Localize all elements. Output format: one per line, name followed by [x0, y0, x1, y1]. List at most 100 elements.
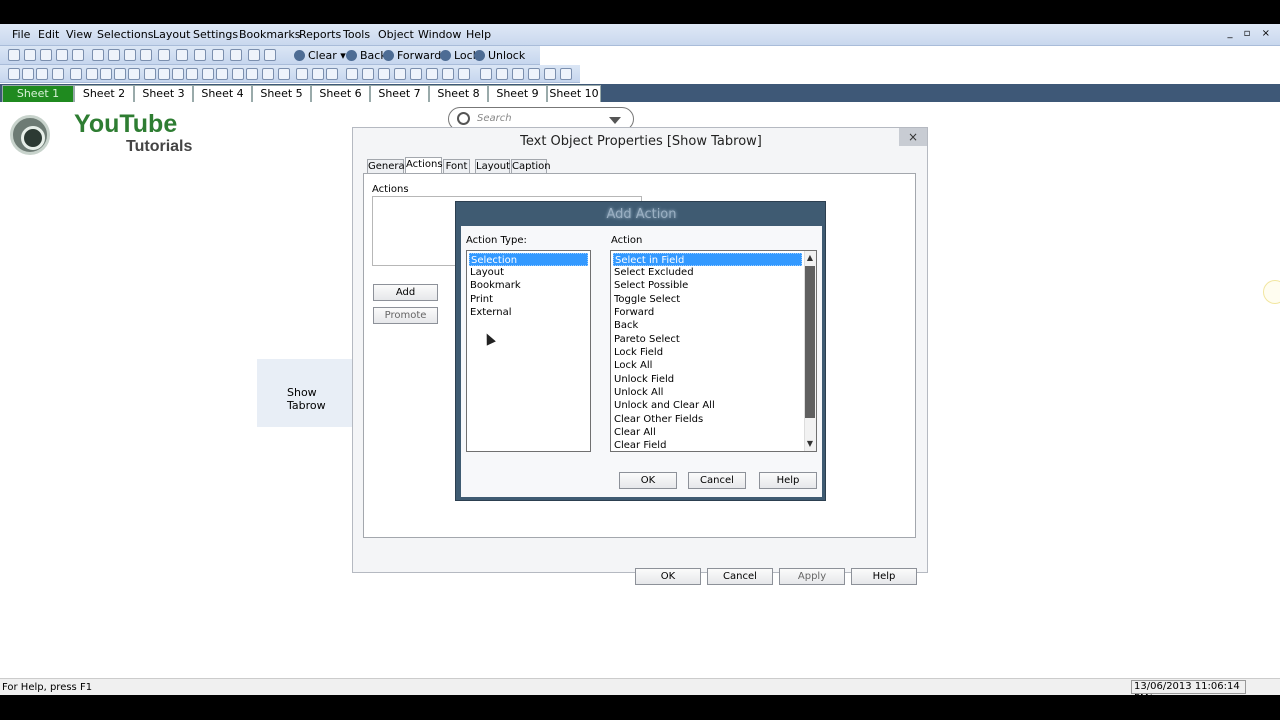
export-icon[interactable] — [230, 49, 242, 61]
dialog-ok-button[interactable]: OK — [635, 568, 701, 585]
action-type-item[interactable]: Bookmark — [469, 279, 588, 292]
tab-sheet-5[interactable]: Sheet 5 — [252, 85, 311, 102]
design-align-left-icon[interactable] — [346, 68, 358, 80]
dialog-help-button[interactable]: Help — [851, 568, 917, 585]
design-multibox-icon[interactable] — [100, 68, 112, 80]
menu-tools[interactable]: Tools — [343, 28, 370, 41]
design-current-selections-icon[interactable] — [158, 68, 170, 80]
menu-view[interactable]: View — [66, 28, 92, 41]
show-tabrow-text-object[interactable]: Show Tabrow — [257, 359, 357, 427]
action-item[interactable]: Clear Other Fields — [613, 413, 802, 426]
tab-sheet-1[interactable]: Sheet 1 — [2, 85, 74, 102]
dialog-apply-button[interactable]: Apply — [779, 568, 845, 585]
design-align-bottom-icon[interactable] — [426, 68, 438, 80]
action-item[interactable]: Toggle Select — [613, 293, 802, 306]
scroll-thumb[interactable] — [805, 266, 815, 418]
design-reload-icon[interactable] — [544, 68, 556, 80]
promote-button[interactable]: Promote — [373, 307, 438, 324]
design-text-object-icon[interactable] — [186, 68, 198, 80]
redo-icon[interactable] — [140, 49, 152, 61]
design-promote-icon[interactable] — [22, 68, 34, 80]
add-action-cancel-button[interactable]: Cancel — [688, 472, 746, 489]
save-icon[interactable] — [56, 49, 68, 61]
action-item[interactable]: Select Excluded — [613, 266, 802, 279]
design-space-vertical-icon[interactable] — [458, 68, 470, 80]
menu-layout[interactable]: Layout — [153, 28, 190, 41]
design-chart-icon[interactable] — [128, 68, 140, 80]
star-icon[interactable] — [212, 49, 224, 61]
menu-window[interactable]: Window — [418, 28, 461, 41]
dropdown-arrow-icon[interactable] — [609, 117, 621, 124]
menu-reports[interactable]: Reports — [299, 28, 341, 41]
design-align-right-icon[interactable] — [378, 68, 390, 80]
dialog-cancel-button[interactable]: Cancel — [707, 568, 773, 585]
design-space-horizontal-icon[interactable] — [442, 68, 454, 80]
design-align-middle-icon[interactable] — [410, 68, 422, 80]
tab-actions[interactable]: Actions — [405, 157, 443, 174]
design-format-painter-icon[interactable] — [296, 68, 308, 80]
design-demote-icon[interactable] — [36, 68, 48, 80]
tab-caption[interactable]: Caption — [511, 159, 551, 174]
action-type-list[interactable]: Selection Layout Bookmark Print External — [466, 250, 591, 452]
design-new-sheet-icon[interactable] — [8, 68, 20, 80]
scroll-down-icon[interactable]: ▼ — [805, 438, 815, 450]
close-button[interactable]: × — [899, 128, 927, 146]
design-calendar-icon[interactable] — [232, 68, 244, 80]
design-container-icon[interactable] — [278, 68, 290, 80]
tab-font[interactable]: Font — [443, 159, 470, 174]
tab-sheet-3[interactable]: Sheet 3 — [134, 85, 193, 102]
design-line-arrow-icon[interactable] — [202, 68, 214, 80]
chart-icon[interactable] — [194, 49, 206, 61]
design-align-center-icon[interactable] — [362, 68, 374, 80]
menu-bookmarks[interactable]: Bookmarks — [239, 28, 300, 41]
menu-edit[interactable]: Edit — [38, 28, 59, 41]
menu-settings[interactable]: Settings — [193, 28, 238, 41]
action-item[interactable]: Clear All — [613, 426, 802, 439]
design-edit-icon[interactable] — [312, 68, 324, 80]
design-tablebox-icon[interactable] — [114, 68, 126, 80]
reload-icon[interactable] — [40, 49, 52, 61]
scroll-up-icon[interactable]: ▲ — [805, 252, 815, 264]
action-item[interactable]: Select Possible — [613, 279, 802, 292]
forward-button[interactable]: Forward — [383, 48, 441, 63]
menu-help[interactable]: Help — [466, 28, 491, 41]
design-sheet-properties-icon[interactable] — [496, 68, 508, 80]
help-icon[interactable] — [264, 49, 276, 61]
find-icon[interactable] — [158, 49, 170, 61]
tab-sheet-9[interactable]: Sheet 9 — [488, 85, 547, 102]
design-input-icon[interactable] — [144, 68, 156, 80]
tab-sheet-10[interactable]: Sheet 10 — [547, 85, 601, 102]
action-item[interactable]: Unlock and Clear All — [613, 399, 802, 412]
undo-icon[interactable] — [124, 49, 136, 61]
tab-sheet-6[interactable]: Sheet 6 — [311, 85, 370, 102]
design-document-properties-icon[interactable] — [512, 68, 524, 80]
action-item[interactable]: Forward — [613, 306, 802, 319]
action-type-item[interactable]: Layout — [469, 266, 588, 279]
open-icon[interactable] — [24, 49, 36, 61]
design-properties-icon[interactable] — [480, 68, 492, 80]
print-icon[interactable] — [72, 49, 84, 61]
action-type-item[interactable]: Print — [469, 293, 588, 306]
action-type-item[interactable]: External — [469, 306, 588, 319]
action-item[interactable]: Lock All — [613, 359, 802, 372]
action-item[interactable]: Pareto Select — [613, 333, 802, 346]
design-checkbox-icon[interactable] — [172, 68, 184, 80]
new-icon[interactable] — [8, 49, 20, 61]
menu-object[interactable]: Object — [378, 28, 414, 41]
design-bookmark-object-icon[interactable] — [246, 68, 258, 80]
design-search-object-icon[interactable] — [262, 68, 274, 80]
edit-icon[interactable] — [92, 49, 104, 61]
tab-sheet-4[interactable]: Sheet 4 — [193, 85, 252, 102]
action-type-item[interactable]: Selection — [469, 253, 588, 266]
design-add-fields-icon[interactable] — [52, 68, 64, 80]
tab-general[interactable]: General — [367, 159, 407, 174]
tab-sheet-7[interactable]: Sheet 7 — [370, 85, 429, 102]
tab-layout[interactable]: Layout — [475, 159, 510, 174]
cut-icon[interactable] — [108, 49, 120, 61]
action-list-scrollbar[interactable]: ▲ ▼ — [804, 251, 816, 451]
unlock-button[interactable]: Unlock — [474, 48, 525, 63]
add-action-help-button[interactable]: Help — [759, 472, 817, 489]
clear-button[interactable]: Clear ▾ — [294, 48, 346, 63]
action-item[interactable]: Unlock All — [613, 386, 802, 399]
design-align-icon[interactable] — [326, 68, 338, 80]
